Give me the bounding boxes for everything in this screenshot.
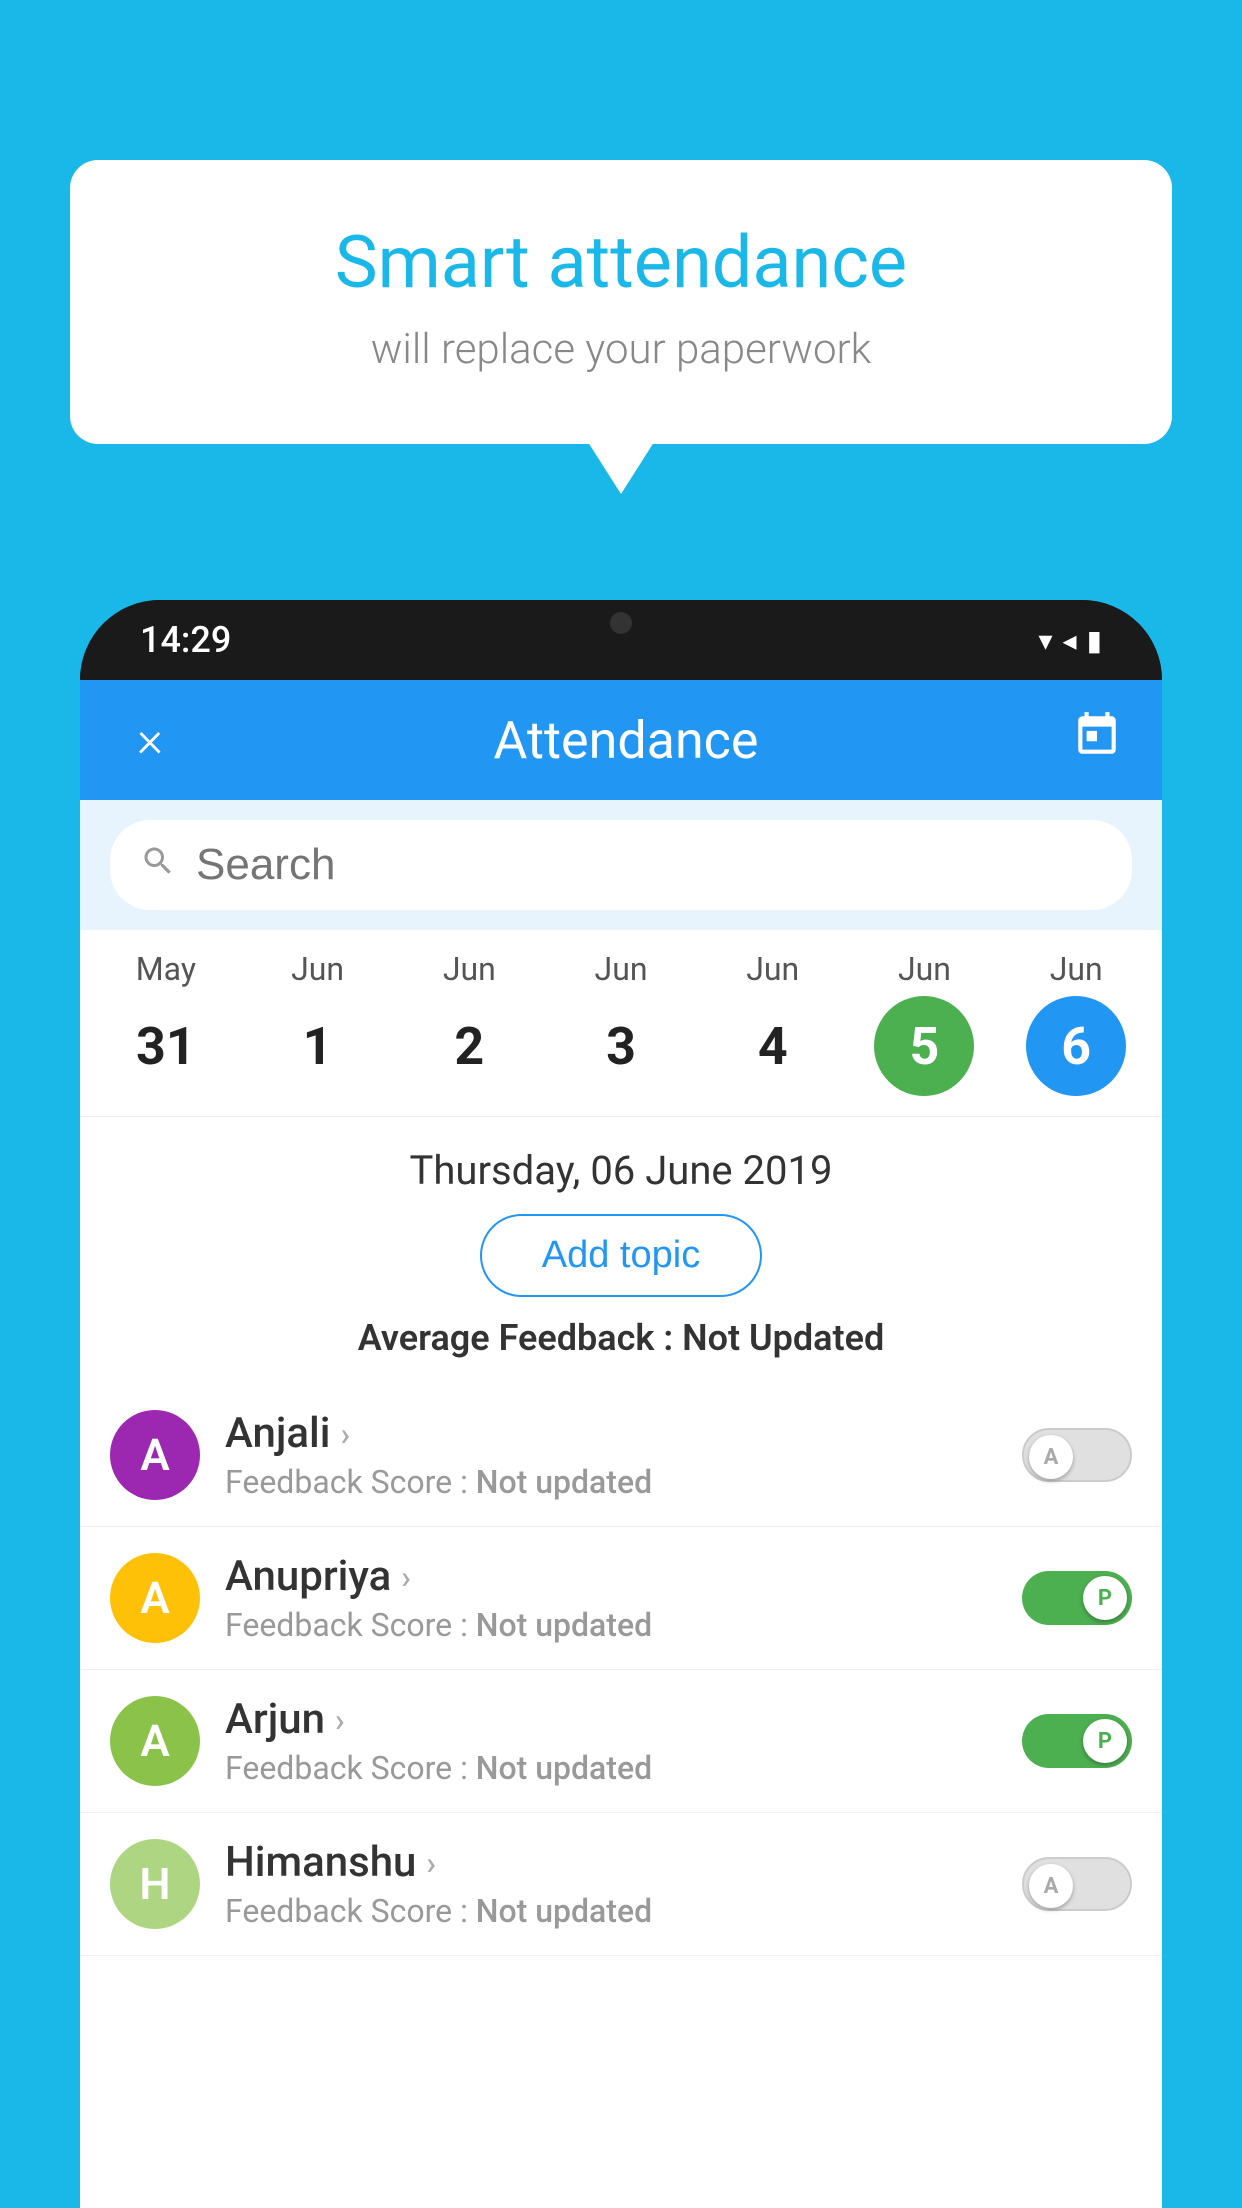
page-title: Attendance [180, 710, 1072, 771]
app-header: × Attendance [80, 680, 1162, 800]
avg-feedback-label: Average Feedback : [358, 1317, 682, 1359]
calendar-day[interactable]: Jun 1 [242, 950, 394, 1096]
feedback-value: Not updated [476, 1463, 652, 1501]
wifi-icon: ▾ [1038, 624, 1052, 657]
calendar-icon[interactable] [1072, 710, 1122, 771]
battery-icon: ▮ [1087, 624, 1102, 657]
calendar-day[interactable]: Jun 2 [393, 950, 545, 1096]
student-avatar: A [110, 1696, 200, 1786]
cal-date-label: 3 [571, 996, 671, 1096]
student-avatar: H [110, 1839, 200, 1929]
feedback-value: Not updated [476, 1606, 652, 1644]
cal-month-label: Jun [291, 950, 344, 988]
cal-date-label: 31 [116, 996, 216, 1096]
attendance-toggle[interactable]: A [1022, 1428, 1132, 1482]
student-item[interactable]: A Anjali › Feedback Score : Not updated A [80, 1384, 1162, 1527]
student-item[interactable]: A Arjun › Feedback Score : Not updated P [80, 1670, 1162, 1813]
calendar-day[interactable]: Jun 3 [545, 950, 697, 1096]
student-item[interactable]: H Himanshu › Feedback Score : Not updated A [80, 1813, 1162, 1956]
attendance-toggle[interactable]: P [1022, 1571, 1132, 1625]
add-topic-button[interactable]: Add topic [480, 1214, 762, 1297]
student-name: Arjun › [225, 1695, 997, 1744]
speech-title: Smart attendance [130, 220, 1112, 305]
student-avatar: A [110, 1410, 200, 1500]
student-item[interactable]: A Anupriya › Feedback Score : Not updated P [80, 1527, 1162, 1670]
status-icons: ▾ ◂ ▮ [1038, 624, 1102, 657]
chevron-right-icon: › [335, 1701, 345, 1739]
student-feedback: Feedback Score : Not updated [225, 1749, 997, 1787]
attendance-toggle[interactable]: A [1022, 1857, 1132, 1911]
search-icon [140, 843, 176, 888]
cal-month-label: Jun [595, 950, 648, 988]
toggle-knob: A [1029, 1435, 1073, 1479]
student-feedback: Feedback Score : Not updated [225, 1463, 997, 1501]
chevron-right-icon: › [340, 1415, 350, 1453]
toggle-track: P [1022, 1714, 1132, 1768]
student-avatar: A [110, 1553, 200, 1643]
student-info: Arjun › Feedback Score : Not updated [225, 1695, 997, 1787]
cal-month-label: Jun [898, 950, 951, 988]
toggle-knob: P [1083, 1576, 1127, 1620]
student-name: Himanshu › [225, 1838, 997, 1887]
cal-month-label: Jun [746, 950, 799, 988]
student-name: Anjali › [225, 1409, 997, 1458]
app-screen: × Attendance May31Jun1Jun2Jun3Jun4Jun5Ju… [80, 680, 1162, 2208]
cal-month-label: Jun [443, 950, 496, 988]
calendar-day[interactable]: May 31 [90, 950, 242, 1096]
speech-subtitle: will replace your paperwork [130, 325, 1112, 374]
search-input[interactable] [196, 840, 1102, 890]
status-bar: 14:29 ▾ ◂ ▮ [80, 600, 1162, 680]
student-info: Anjali › Feedback Score : Not updated [225, 1409, 997, 1501]
cal-date-label: 6 [1026, 996, 1126, 1096]
signal-icon: ◂ [1063, 624, 1077, 657]
cal-date-label: 2 [419, 996, 519, 1096]
phone-frame: 14:29 ▾ ◂ ▮ × Attendance [80, 600, 1162, 2208]
cal-date-label: 1 [268, 996, 368, 1096]
calendar-day[interactable]: Jun 5 [849, 950, 1001, 1096]
toggle-track: P [1022, 1571, 1132, 1625]
search-bar [110, 820, 1132, 910]
feedback-value: Not updated [476, 1749, 652, 1787]
speech-bubble: Smart attendance will replace your paper… [70, 160, 1172, 444]
cal-date-label: 5 [874, 996, 974, 1096]
attendance-toggle[interactable]: P [1022, 1714, 1132, 1768]
cal-month-label: May [136, 950, 196, 988]
toggle-track: A [1022, 1857, 1132, 1911]
avg-feedback: Average Feedback : Not Updated [100, 1317, 1142, 1359]
student-feedback: Feedback Score : Not updated [225, 1892, 997, 1930]
calendar-day[interactable]: Jun 6 [1000, 950, 1152, 1096]
student-info: Anupriya › Feedback Score : Not updated [225, 1552, 997, 1644]
cal-date-label: 4 [723, 996, 823, 1096]
feedback-value: Not updated [476, 1892, 652, 1930]
avg-feedback-value: Not Updated [682, 1317, 884, 1359]
close-button[interactable]: × [120, 711, 180, 769]
student-info: Himanshu › Feedback Score : Not updated [225, 1838, 997, 1930]
student-list: AAnjali ›Feedback Score : Not updatedAAA… [80, 1384, 1162, 1956]
chevron-right-icon: › [401, 1558, 411, 1596]
toggle-track: A [1022, 1428, 1132, 1482]
search-container [80, 800, 1162, 930]
calendar-day[interactable]: Jun 4 [697, 950, 849, 1096]
chevron-right-icon: › [426, 1844, 436, 1882]
date-info: Thursday, 06 June 2019 Add topic Average… [80, 1117, 1162, 1384]
selected-date: Thursday, 06 June 2019 [100, 1147, 1142, 1194]
status-time: 14:29 [140, 619, 231, 661]
student-feedback: Feedback Score : Not updated [225, 1606, 997, 1644]
student-name: Anupriya › [225, 1552, 997, 1601]
calendar-row: May 31 Jun 1 Jun 2 Jun 3 Jun 4 Jun 5 Jun 6 [80, 930, 1162, 1117]
cal-month-label: Jun [1050, 950, 1103, 988]
toggle-knob: A [1029, 1864, 1073, 1908]
toggle-knob: P [1083, 1719, 1127, 1763]
phone-notch [571, 600, 671, 650]
